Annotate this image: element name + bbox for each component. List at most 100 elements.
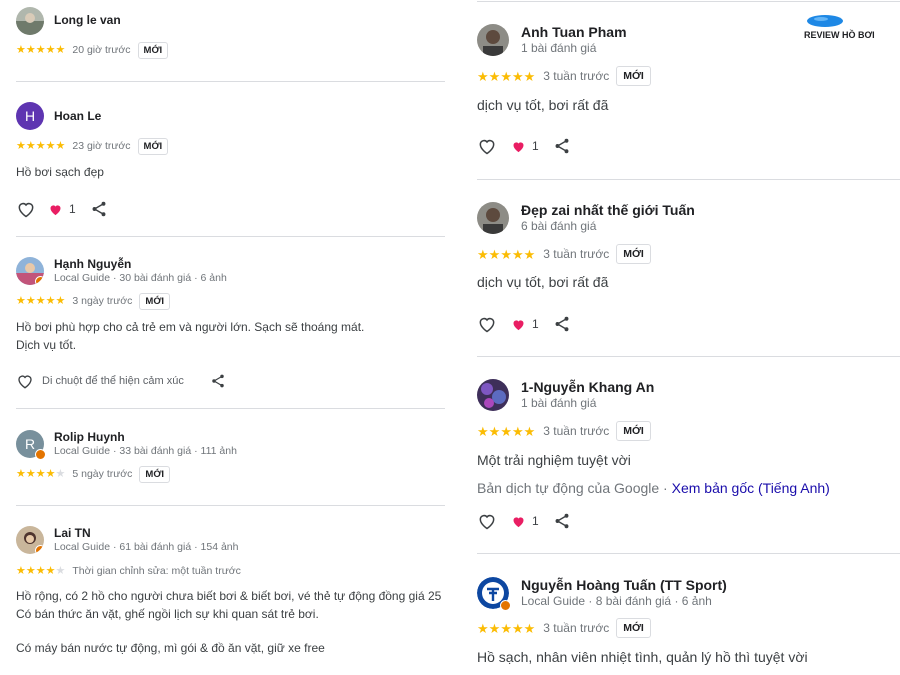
- heart-outline-icon[interactable]: [477, 314, 497, 334]
- reviewer-name[interactable]: 1-Nguyễn Khang An: [521, 379, 654, 395]
- reviewer-name[interactable]: Hạnh Nguyễn: [54, 257, 131, 271]
- heart-filled-icon: [511, 139, 526, 154]
- star-rating: ★ ★ ★ ★ ★: [477, 620, 536, 636]
- share-icon[interactable]: [210, 373, 226, 389]
- review-text: Một trải nghiệm tuyệt vời: [477, 452, 631, 468]
- reviewer-meta: Local Guide · 61 bài đánh giá · 154 ảnh: [54, 541, 239, 553]
- heart-outline-icon[interactable]: [477, 511, 497, 531]
- new-badge: MỚI: [616, 244, 651, 264]
- review-text-line: Hồ rộng, có 2 hồ cho người chưa biết bơi…: [16, 589, 442, 603]
- avatar[interactable]: R: [16, 430, 46, 460]
- local-guide-badge: [500, 600, 511, 611]
- reviewer-meta: 1 bài đánh giá: [521, 41, 597, 55]
- rating-row: ★ ★ ★ ★ ★ 20 giờ trước MỚI: [16, 40, 169, 60]
- reviewer-name[interactable]: Long le van: [54, 13, 121, 27]
- new-badge: MỚI: [139, 292, 171, 310]
- star-rating: ★ ★ ★ ★ ★: [477, 423, 536, 439]
- rating-row: ★ ★ ★ ★ ★ 3 tuần trước MỚI: [477, 243, 651, 265]
- avatar[interactable]: [477, 577, 511, 611]
- review-text: Hồ sạch, nhân viên nhiệt tình, quản lý h…: [477, 649, 808, 665]
- local-guide-badge: [35, 545, 44, 554]
- divider: [477, 179, 900, 180]
- review-text-line: Dịch vụ tốt.: [16, 338, 77, 352]
- new-badge: MỚI: [616, 66, 651, 86]
- like-count: 1: [532, 317, 539, 331]
- reviewer-name[interactable]: Nguyễn Hoàng Tuấn (TT Sport): [521, 577, 727, 593]
- reviewer-name[interactable]: Lai TN: [54, 526, 91, 540]
- avatar[interactable]: H: [16, 102, 44, 130]
- review-card: H Hoan Le ★ ★ ★ ★ ★ 23 giờ trước MỚI Hồ bơi …: [16, 102, 445, 218]
- heart-filled-icon: [511, 317, 526, 332]
- divider: [477, 1, 900, 2]
- reviewer-meta: Local Guide · 33 bài đánh giá · 111 ảnh: [54, 445, 237, 457]
- rating-row: ★ ★ ★ ★ ★ 3 tuần trước MỚI: [477, 617, 651, 639]
- review-time: 3 ngày trước: [72, 295, 133, 307]
- rating-row: ★ ★ ★ ★ ★ Thời gian chỉnh sửa: một tuần trướ…: [16, 561, 241, 581]
- share-icon[interactable]: [553, 137, 571, 155]
- review-text-line: Có máy bán nước tự động, mì gói & đồ ăn …: [16, 641, 325, 655]
- reviewer-meta: Local Guide · 8 bài đánh giá · 6 ảnh: [521, 594, 712, 608]
- new-badge: MỚI: [616, 421, 651, 441]
- avatar[interactable]: [16, 7, 44, 35]
- review-card: Lai TN Local Guide · 61 bài đánh giá · 1…: [16, 526, 445, 655]
- divider: [477, 356, 900, 357]
- star-rating: ★ ★ ★ ★ ★: [16, 564, 66, 577]
- review-actions: 1: [477, 510, 571, 532]
- local-guide-badge: [35, 449, 46, 460]
- share-icon[interactable]: [90, 200, 108, 218]
- star-rating: ★ ★ ★ ★ ★: [16, 43, 66, 56]
- new-badge: MỚI: [137, 41, 169, 59]
- divider: [16, 505, 445, 506]
- share-icon[interactable]: [553, 512, 571, 530]
- reviewer-name[interactable]: Anh Tuan Pham: [521, 24, 627, 40]
- reviewer-meta: 1 bài đánh giá: [521, 396, 597, 410]
- reviewer-meta: 6 bài đánh giá: [521, 219, 597, 233]
- reviewer-name[interactable]: Hoan Le: [54, 109, 101, 123]
- translation-label: Bản dịch tự động của Google ·: [477, 480, 672, 496]
- avatar[interactable]: [16, 257, 44, 285]
- avatar[interactable]: [477, 379, 509, 411]
- view-original-link[interactable]: Xem bản gốc (Tiếng Anh): [672, 480, 830, 496]
- avatar[interactable]: [477, 202, 509, 234]
- divider: [477, 553, 900, 554]
- local-guide-badge: [35, 276, 44, 285]
- review-time: Thời gian chỉnh sửa: một tuần trước: [72, 565, 241, 577]
- review-time: 3 tuần trước: [543, 69, 610, 83]
- review-actions: 1: [16, 198, 108, 220]
- review-time: 3 tuần trước: [543, 621, 610, 635]
- review-card: Đẹp zai nhất thế giới Tuấn 6 bài đánh gi…: [477, 202, 900, 333]
- rating-row: ★ ★ ★ ★ ★ 3 tuần trước MỚI: [477, 420, 651, 442]
- new-badge: MỚI: [139, 465, 171, 483]
- star-rating: ★ ★ ★ ★ ★: [16, 467, 66, 480]
- avatar[interactable]: [477, 24, 509, 56]
- share-icon[interactable]: [553, 315, 571, 333]
- review-card: Long le van ★ ★ ★ ★ ★ 20 giờ trước MỚI: [16, 7, 445, 59]
- review-actions: Di chuột để thể hiện cảm xúc: [16, 370, 226, 392]
- review-card: Hạnh Nguyễn Local Guide · 30 bài đánh gi…: [16, 257, 445, 389]
- avatar[interactable]: [16, 526, 44, 554]
- reaction-hint: Di chuột để thể hiện cảm xúc: [42, 375, 184, 387]
- review-actions: 1: [477, 135, 571, 157]
- heart-outline-icon[interactable]: [16, 372, 34, 390]
- reviewer-name[interactable]: Đẹp zai nhất thế giới Tuấn: [521, 202, 695, 218]
- reviewer-meta: Local Guide · 30 bài đánh giá · 6 ảnh: [54, 272, 227, 284]
- translation-note: Bản dịch tự động của Google · Xem bản gố…: [477, 480, 830, 496]
- review-time: 20 giờ trước: [72, 44, 131, 56]
- review-text: dịch vụ tốt, bơi rất đã: [477, 274, 609, 290]
- heart-outline-icon[interactable]: [16, 199, 36, 219]
- like-count: 1: [532, 139, 539, 153]
- review-card: R Rolip Huynh Local Guide · 33 bài đánh …: [16, 430, 445, 483]
- rating-row: ★ ★ ★ ★ ★ 3 tuần trước MỚI: [477, 65, 651, 87]
- review-card: Nguyễn Hoàng Tuấn (TT Sport) Local Guide…: [477, 577, 900, 665]
- new-badge: MỚI: [137, 137, 169, 155]
- review-text-line: Hồ bơi phù hợp cho cả trẻ em và người lớ…: [16, 320, 365, 334]
- review-actions: 1: [477, 313, 571, 335]
- avatar-initial: H: [24, 108, 36, 124]
- heart-filled-icon: [48, 202, 63, 217]
- like-count: 1: [69, 202, 76, 216]
- avatar-initial: R: [24, 436, 36, 452]
- like-count: 1: [532, 514, 539, 528]
- heart-outline-icon[interactable]: [477, 136, 497, 156]
- reviewer-name[interactable]: Rolip Huynh: [54, 430, 125, 444]
- review-time: 3 tuần trước: [543, 424, 610, 438]
